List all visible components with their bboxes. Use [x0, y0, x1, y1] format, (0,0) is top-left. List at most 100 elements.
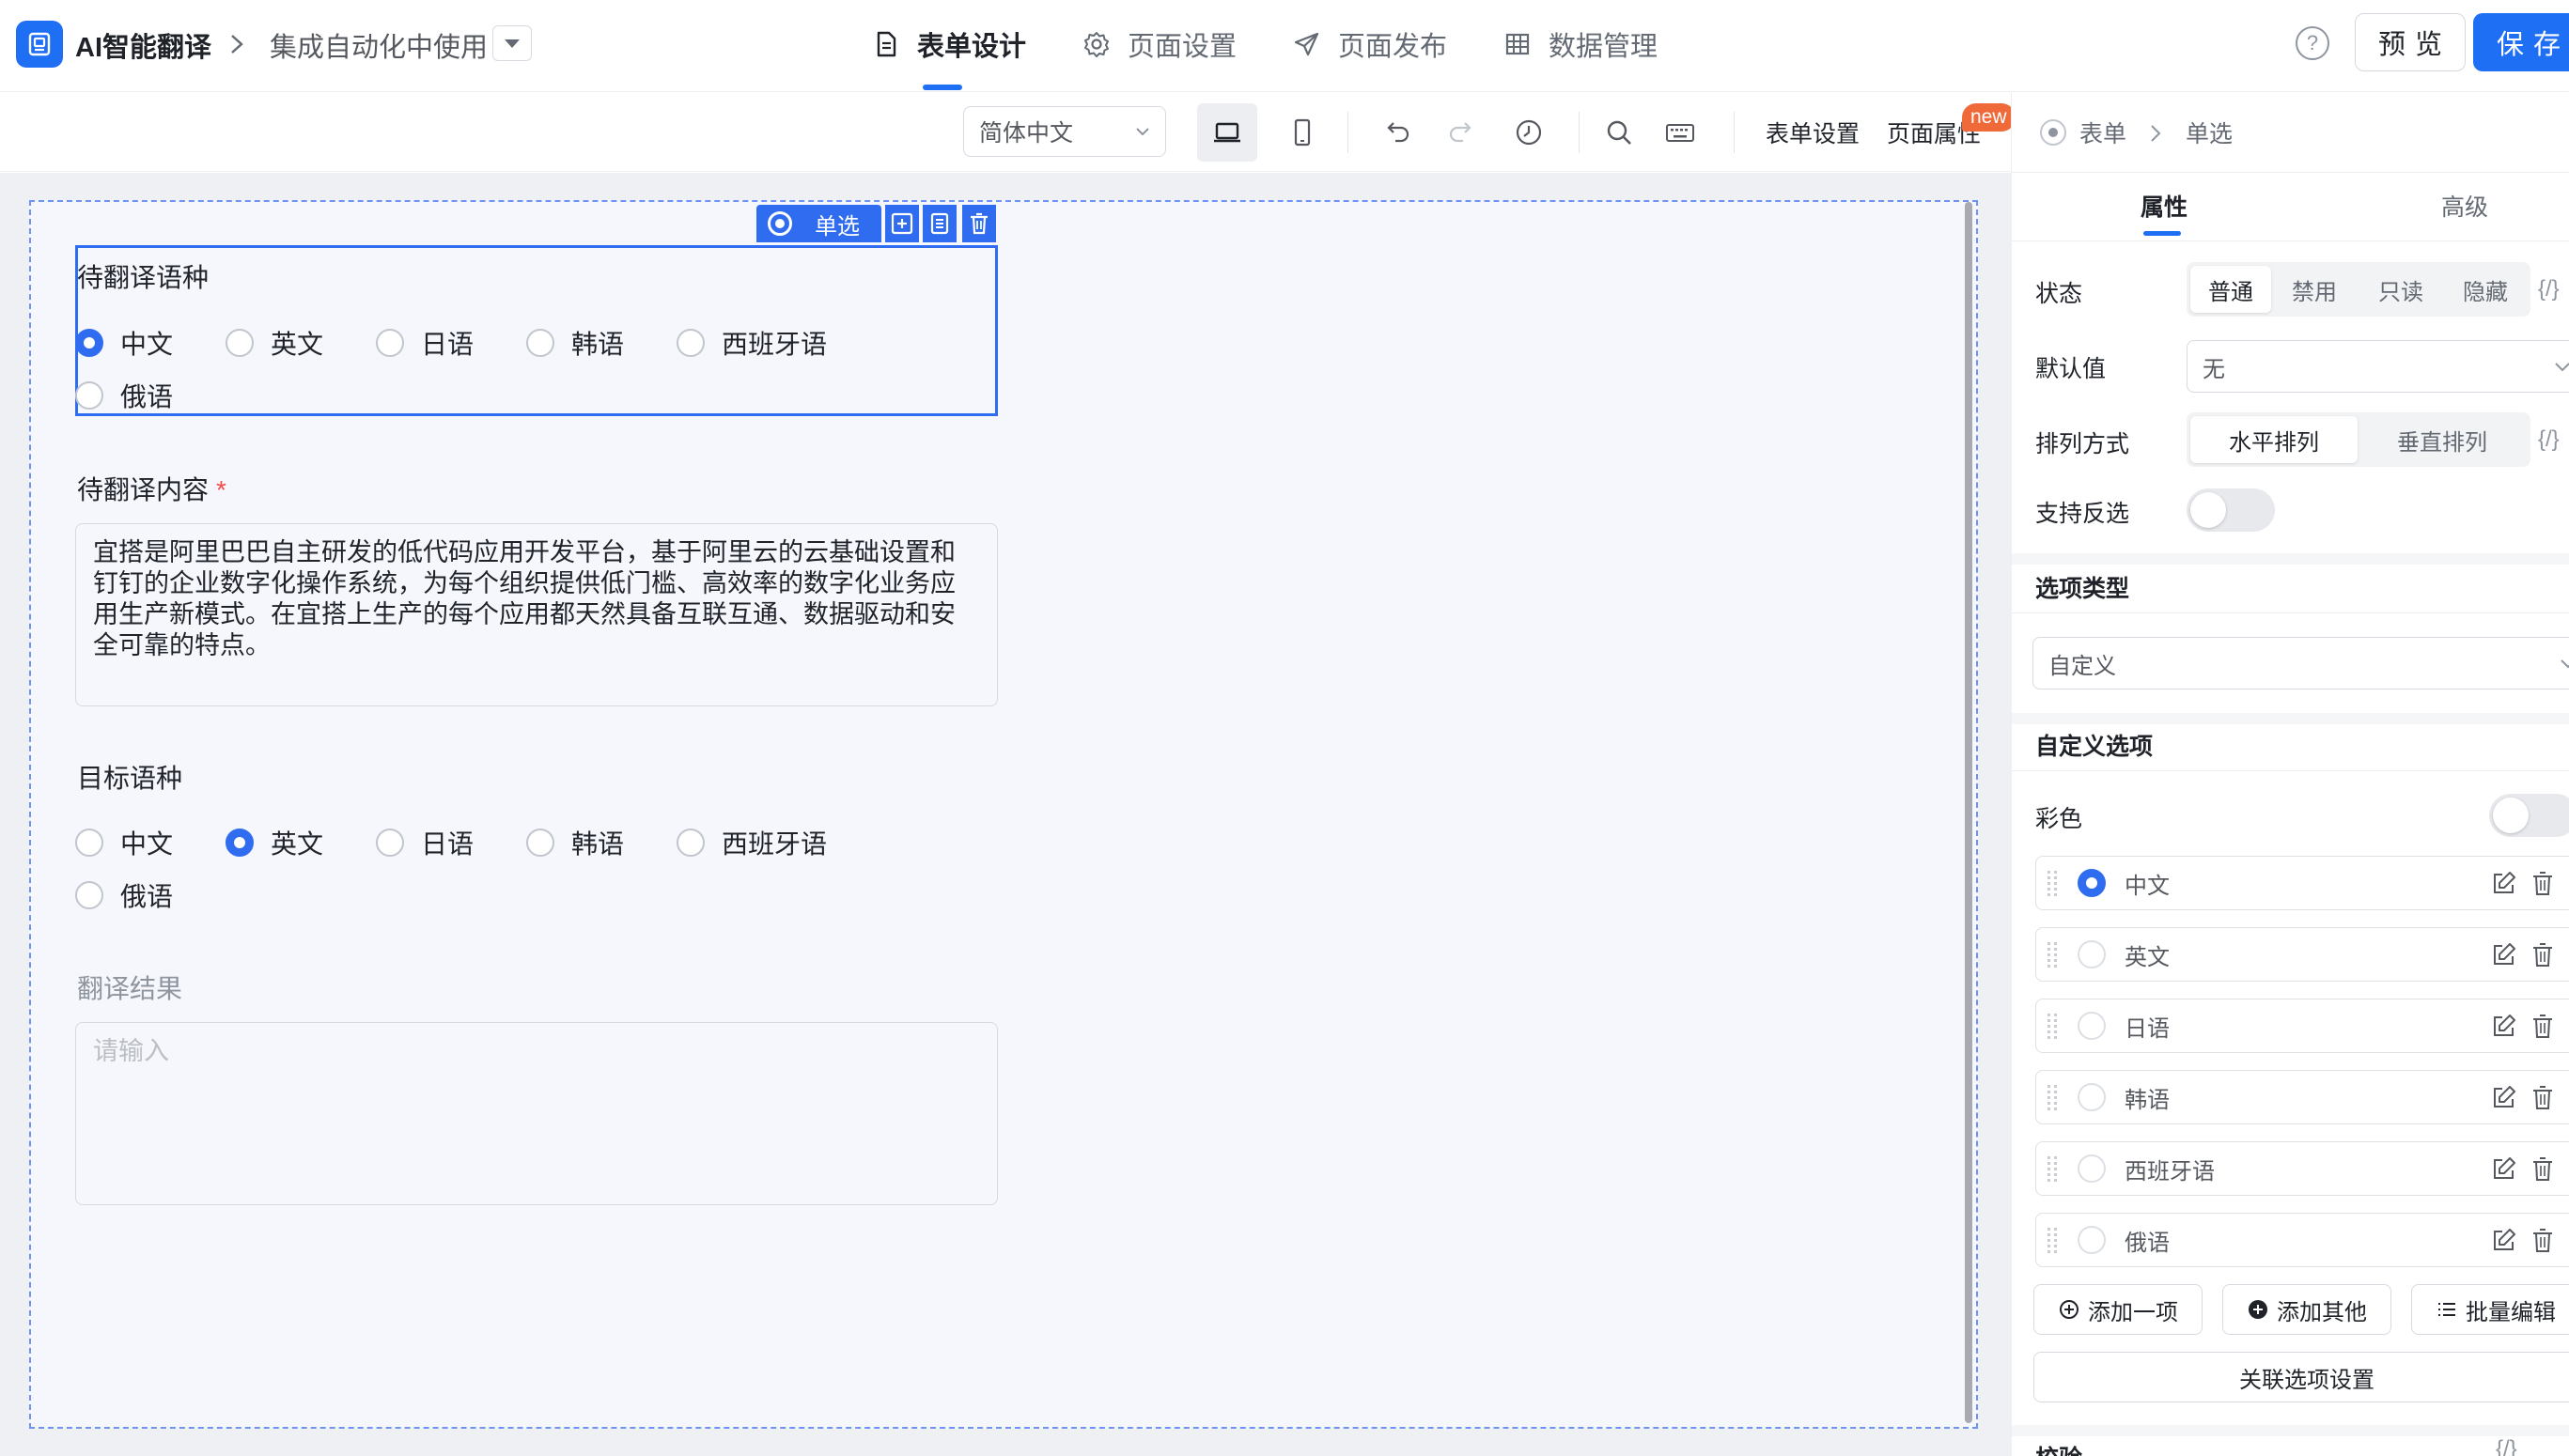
app-logo-icon[interactable]	[16, 21, 63, 68]
drag-handle-icon[interactable]	[2047, 941, 2059, 968]
grip-dot	[2047, 1167, 2057, 1170]
edit-icon[interactable]	[2489, 941, 2517, 969]
page-name[interactable]: 集成自动化中使用	[270, 25, 488, 65]
mobile-view-button[interactable]	[1278, 108, 1327, 157]
edit-icon[interactable]	[2489, 1084, 2517, 1112]
breadcrumb-chevron-icon	[2151, 125, 2161, 142]
layout-horizontal[interactable]: 水平排列	[2190, 416, 2358, 463]
drag-handle-icon[interactable]	[2047, 1013, 2059, 1039]
status-segmented[interactable]: 普通 禁用 只读 隐藏	[2187, 262, 2530, 317]
add-other-button[interactable]: 添加其他	[2222, 1284, 2391, 1335]
section-separator	[2012, 713, 2569, 724]
help-icon[interactable]: ?	[2296, 26, 2329, 60]
option-row[interactable]: 俄语	[2035, 1213, 2569, 1267]
target-radio-english[interactable]: 英文	[226, 824, 323, 861]
panel-breadcrumb-form[interactable]: 表单	[2040, 116, 2126, 149]
save-button[interactable]: 保存	[2473, 13, 2569, 71]
target-radio-russian[interactable]: 俄语	[75, 876, 173, 914]
trash-icon[interactable]	[2529, 941, 2557, 969]
layout-segmented[interactable]: 水平排列 垂直排列	[2187, 412, 2530, 467]
default-value-select[interactable]: 无	[2187, 340, 2569, 393]
option-row[interactable]: 英文	[2035, 927, 2569, 982]
layout-expression-button[interactable]: {/}	[2538, 426, 2560, 453]
status-disabled[interactable]: 禁用	[2271, 266, 2358, 313]
tab-page-publish[interactable]: 页面发布	[1293, 25, 1447, 63]
radio-label: 英文	[271, 829, 324, 859]
form-settings-link[interactable]: 表单设置	[1766, 116, 1860, 149]
add-component-button[interactable]	[885, 205, 919, 242]
option-row[interactable]: 中文	[2035, 856, 2569, 910]
target-radio-spanish[interactable]: 西班牙语	[677, 824, 827, 861]
source-radio-chinese[interactable]: 中文	[75, 324, 173, 362]
search-button[interactable]	[1595, 108, 1643, 157]
status-normal[interactable]: 普通	[2190, 266, 2271, 313]
caret-down-icon	[505, 39, 520, 48]
source-radio-korean[interactable]: 韩语	[526, 324, 624, 362]
linked-options-button[interactable]: 关联选项设置	[2033, 1352, 2569, 1402]
drag-handle-icon[interactable]	[2047, 870, 2059, 896]
status-expression-button[interactable]: {/}	[2538, 276, 2560, 302]
option-row[interactable]: 日语	[2035, 999, 2569, 1053]
edit-icon[interactable]	[2489, 1013, 2517, 1041]
delete-component-button[interactable]	[962, 205, 996, 242]
source-radio-russian[interactable]: 俄语	[75, 377, 173, 414]
option-type-select[interactable]: 自定义	[2032, 637, 2569, 689]
drag-handle-icon[interactable]	[2047, 1227, 2059, 1253]
trash-icon[interactable]	[2529, 1084, 2557, 1112]
grip-dot	[2047, 1249, 2057, 1253]
copy-component-button[interactable]	[923, 205, 957, 242]
selected-component-tag[interactable]: 单选	[756, 205, 881, 242]
target-radio-japanese[interactable]: 日语	[376, 824, 474, 861]
validation-expression-button[interactable]: {/}	[2496, 1436, 2517, 1456]
trash-icon[interactable]	[2529, 1013, 2557, 1041]
tab-data-management[interactable]: 数据管理	[1503, 25, 1658, 63]
result-textarea[interactable]: 请输入	[75, 1022, 998, 1205]
trash-icon[interactable]	[2529, 870, 2557, 898]
grip-dot	[2047, 1227, 2057, 1231]
content-label-text: 待翻译内容	[77, 475, 210, 504]
page-dropdown-button[interactable]	[492, 25, 532, 61]
tab-page-settings[interactable]: 页面设置	[1082, 25, 1237, 63]
add-option-button[interactable]: 添加一项	[2033, 1284, 2203, 1335]
tab-properties[interactable]: 属性	[2141, 189, 2188, 223]
content-textarea[interactable]: 宜搭是阿里巴巴自主研发的低代码应用开发平台，基于阿里云的云基础设置和钉钉的企业数…	[75, 523, 998, 706]
app-name[interactable]: AI智能翻译	[75, 25, 211, 65]
edit-icon[interactable]	[2489, 1227, 2517, 1255]
redo-button[interactable]	[1438, 108, 1487, 157]
status-label: 状态	[2035, 281, 2083, 307]
deselect-toggle[interactable]	[2187, 488, 2275, 532]
source-radio-spanish[interactable]: 西班牙语	[677, 324, 827, 362]
edit-icon[interactable]	[2489, 1155, 2517, 1184]
radio-circle	[677, 329, 705, 357]
target-radio-chinese[interactable]: 中文	[75, 824, 173, 861]
source-radio-japanese[interactable]: 日语	[376, 324, 474, 362]
tab-advanced[interactable]: 高级	[2441, 189, 2488, 223]
history-button[interactable]	[1504, 108, 1553, 157]
trash-icon[interactable]	[2529, 1227, 2557, 1255]
laptop-icon	[1214, 122, 1240, 143]
option-row[interactable]: 韩语	[2035, 1070, 2569, 1124]
batch-edit-button[interactable]: 批量编辑	[2411, 1284, 2569, 1335]
status-readonly[interactable]: 只读	[2358, 266, 2444, 313]
radio-label: 俄语	[120, 882, 174, 911]
canvas-scrollbar[interactable]	[1965, 202, 1972, 1423]
designer-toolbar: 简体中文 表单设置 页面属性 new	[0, 93, 2016, 172]
edit-icon[interactable]	[2489, 870, 2517, 898]
option-label: 日语	[2125, 1015, 2170, 1042]
source-radio-english[interactable]: 英文	[226, 324, 323, 362]
drag-handle-icon[interactable]	[2047, 1155, 2059, 1182]
target-radio-korean[interactable]: 韩语	[526, 824, 624, 861]
radio-icon	[768, 211, 792, 236]
tab-form-design[interactable]: 表单设计	[872, 25, 1026, 63]
language-select[interactable]: 简体中文	[963, 106, 1166, 157]
shortcuts-button[interactable]	[1656, 108, 1705, 157]
color-toggle[interactable]	[2489, 794, 2569, 837]
status-hidden[interactable]: 隐藏	[2444, 266, 2527, 313]
undo-button[interactable]	[1372, 108, 1421, 157]
desktop-view-button[interactable]	[1197, 103, 1257, 162]
option-row[interactable]: 西班牙语	[2035, 1141, 2569, 1196]
preview-button[interactable]: 预览	[2355, 13, 2466, 71]
layout-vertical[interactable]: 垂直排列	[2358, 416, 2527, 463]
trash-icon[interactable]	[2529, 1155, 2557, 1184]
drag-handle-icon[interactable]	[2047, 1084, 2059, 1110]
